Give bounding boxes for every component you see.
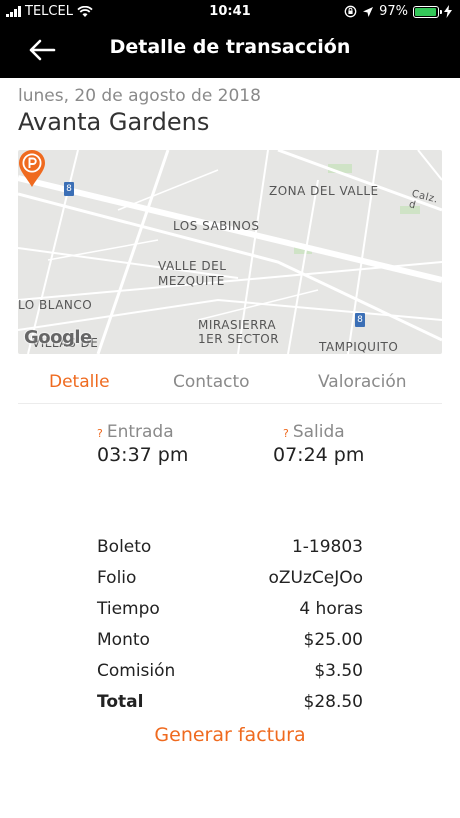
tab-contacto[interactable]: Contacto xyxy=(173,372,250,392)
map-label: MIRASIERRA xyxy=(198,318,277,332)
detail-row: Comisión $3.50 xyxy=(97,661,363,692)
exit-block: ? Salida 07:24 pm xyxy=(273,422,364,466)
map-label: LO BLANCO xyxy=(18,298,93,312)
exit-help-icon[interactable]: ? xyxy=(283,427,289,440)
status-bar: TELCEL 10:41 97% xyxy=(0,0,460,24)
map-label: ZONA DEL VALLE xyxy=(269,184,379,198)
road-number-badge: 8 xyxy=(64,182,74,196)
entry-help-icon[interactable]: ? xyxy=(97,427,103,440)
map-label: TAMPIQUITO xyxy=(319,340,399,354)
battery-percent: 97% xyxy=(379,4,408,19)
exit-time: 07:24 pm xyxy=(273,444,365,466)
transaction-date: lunes, 20 de agosto de 2018 xyxy=(18,86,261,106)
entry-label: Entrada xyxy=(106,422,174,442)
transaction-details: Boleto 1-19803 Folio oZUzCeJOo Tiempo 4 … xyxy=(97,537,363,723)
google-logo: Google xyxy=(24,327,92,348)
orientation-lock-icon xyxy=(344,5,357,18)
map-label: VALLE DEL xyxy=(158,259,227,273)
tab-valoracion[interactable]: Valoración xyxy=(318,372,407,392)
detail-label: Folio xyxy=(97,568,137,588)
place-name: Avanta Gardens xyxy=(18,108,210,136)
map-label: MEZQUITE xyxy=(158,274,225,288)
tab-bar: Detalle Contacto Valoración xyxy=(18,362,442,404)
tab-detalle[interactable]: Detalle xyxy=(49,372,110,392)
total-value: $28.50 xyxy=(303,692,363,712)
detail-row: Folio oZUzCeJOo xyxy=(97,568,363,599)
map-label: LOS SABINOS xyxy=(173,219,260,233)
detail-row: Monto $25.00 xyxy=(97,630,363,661)
detail-row: Boleto 1-19803 xyxy=(97,537,363,568)
detail-value: 4 horas xyxy=(299,599,363,619)
map-view[interactable]: ZONA DEL VALLE Calz. d LOS SABINOS VALLE… xyxy=(18,150,442,354)
road-number-badge: 8 xyxy=(355,313,365,327)
detail-value: $25.00 xyxy=(303,630,363,650)
detail-value: $3.50 xyxy=(314,661,363,681)
detail-label: Comisión xyxy=(97,661,176,681)
total-row: Total $28.50 xyxy=(97,692,363,723)
page-title: Detalle de transacción xyxy=(109,36,351,58)
entry-time: 03:37 pm xyxy=(97,444,189,466)
detail-label: Boleto xyxy=(97,537,152,557)
detail-value: 1-19803 xyxy=(291,537,363,557)
detail-label: Tiempo xyxy=(97,599,160,619)
detail-row: Tiempo 4 horas xyxy=(97,599,363,630)
parking-pin-icon[interactable] xyxy=(18,150,46,188)
exit-label: Salida xyxy=(292,422,345,442)
location-arrow-icon xyxy=(363,6,374,17)
detail-label: Monto xyxy=(97,630,150,650)
entry-block: ? Entrada 03:37 pm xyxy=(97,422,188,466)
charging-icon xyxy=(444,5,452,18)
battery-icon xyxy=(413,5,442,18)
generate-invoice-button[interactable]: Generar factura xyxy=(0,724,460,746)
app-header: Detalle de transacción xyxy=(0,24,460,78)
detail-value: oZUzCeJOo xyxy=(268,568,363,588)
map-label: 1ER SECTOR xyxy=(198,332,280,346)
total-label: Total xyxy=(97,692,144,712)
